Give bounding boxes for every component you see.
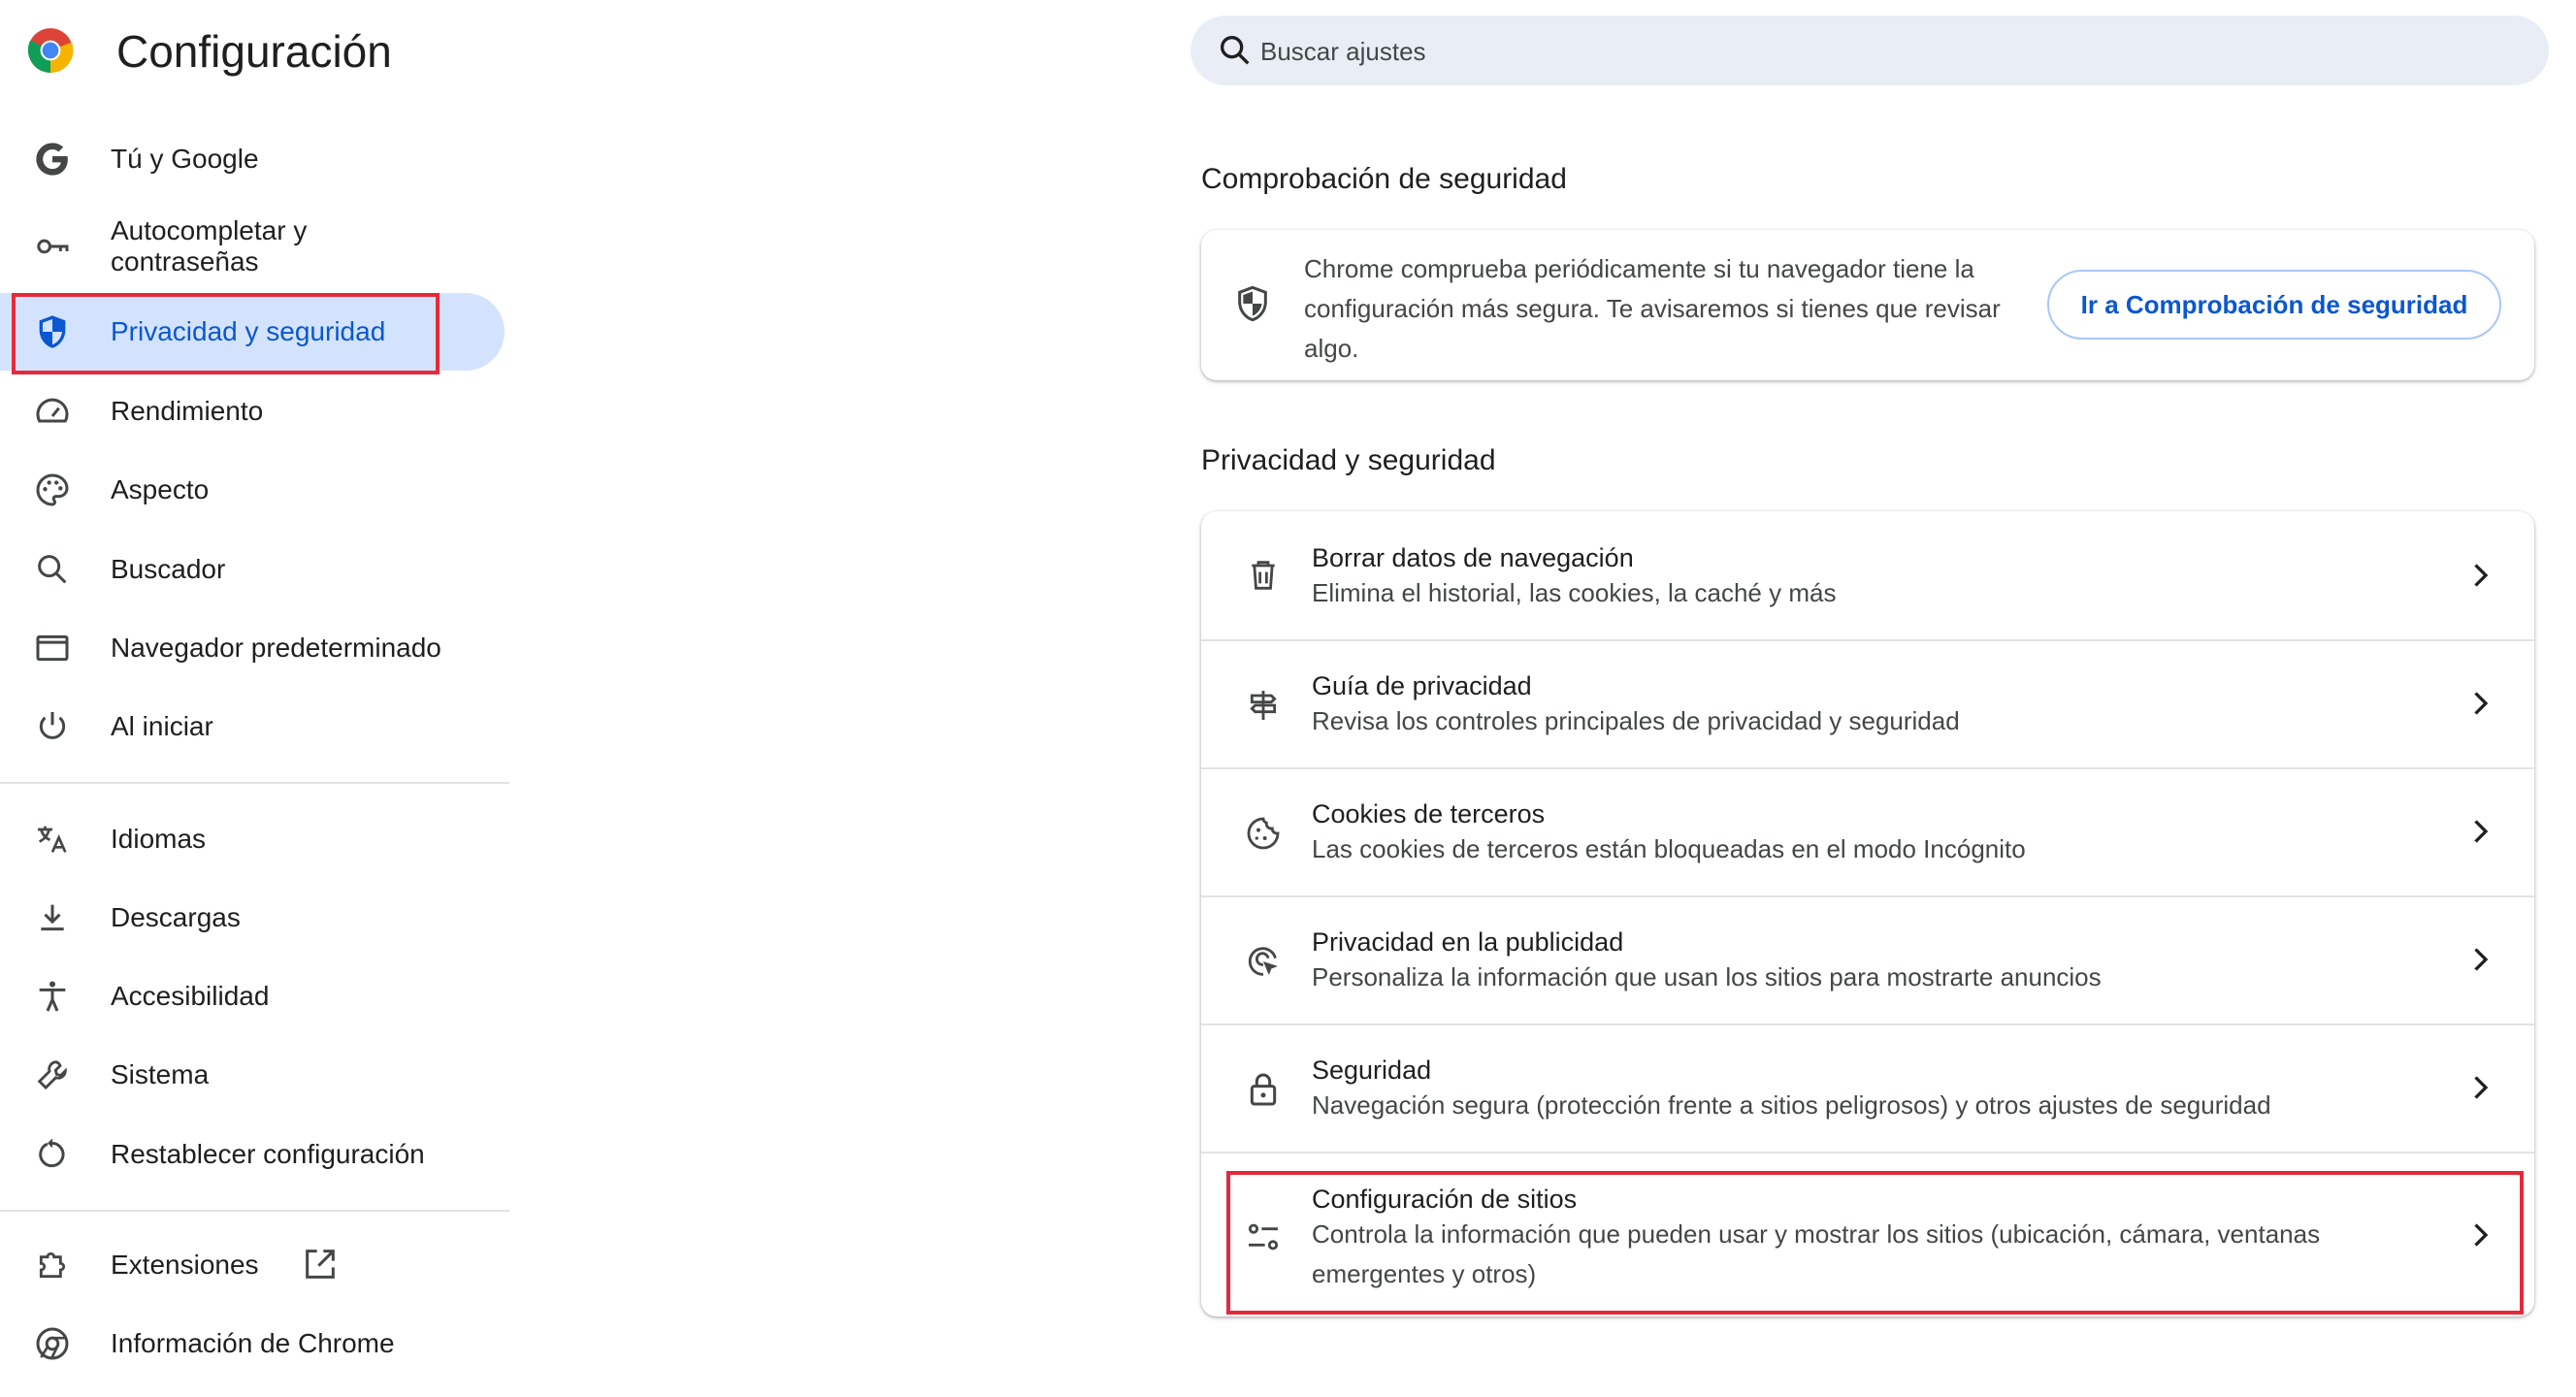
- row-description: Navegación segura (protección frente a s…: [1312, 1090, 2271, 1120]
- sidebar-item-label: Tú y Google: [111, 144, 259, 174]
- row-title: Cookies de terceros: [1312, 799, 1546, 828]
- sidebar-item-accessibility[interactable]: Accesibilidad: [0, 958, 505, 1035]
- safety-check-description: Chrome comprueba periódicamente si tu na…: [1304, 254, 2001, 363]
- cookie-icon: [1247, 817, 1280, 850]
- sidebar-item-label: Buscador: [111, 554, 226, 584]
- sidebar-item-default-browser[interactable]: Navegador predeterminado: [0, 609, 505, 687]
- privacy-section-title: Privacidad y seguridad: [1201, 444, 1496, 476]
- sidebar-item-label: Accesibilidad: [111, 981, 270, 1011]
- row-title: Privacidad en la publicidad: [1312, 927, 1624, 957]
- row-clear-browsing-data[interactable]: Borrar datos de navegación Elimina el hi…: [1201, 511, 2534, 639]
- sidebar-item-label: Información de Chrome: [111, 1328, 395, 1358]
- sidebar-item-label: Rendimiento: [111, 396, 264, 426]
- chevron-right-icon: [2474, 820, 2489, 843]
- signpost-icon: [1250, 691, 1277, 720]
- key-icon: [33, 227, 72, 266]
- sidebar-item-autofill[interactable]: Autocompletar y contraseñas: [0, 208, 505, 285]
- chevron-right-icon: [2474, 692, 2489, 715]
- row-description: Revisa los controles principales de priv…: [1312, 706, 1960, 735]
- sidebar-item-label: Idiomas: [111, 824, 207, 854]
- sidebar-divider: [0, 782, 509, 784]
- row-third-party-cookies[interactable]: Cookies de terceros Las cookies de terce…: [1201, 767, 2534, 897]
- sidebar-item-label: Descargas: [111, 902, 241, 932]
- chevron-right-icon: [2474, 948, 2489, 971]
- accessibility-icon: [33, 977, 72, 1016]
- sidebar-item-extensions[interactable]: Extensiones: [0, 1226, 505, 1304]
- sidebar-item-downloads[interactable]: Descargas: [0, 879, 505, 957]
- sidebar-item-label: Aspecto: [111, 474, 210, 504]
- sidebar-item-label: Navegador predeterminado: [111, 633, 441, 663]
- puzzle-icon: [33, 1246, 72, 1284]
- chevron-right-icon: [2474, 564, 2489, 587]
- row-title: Guía de privacidad: [1312, 671, 1532, 700]
- row-ad-privacy[interactable]: Privacidad en la publicidad Personaliza …: [1201, 895, 2534, 1025]
- sidebar-divider: [0, 1210, 509, 1212]
- row-description: Elimina el historial, las cookies, la ca…: [1312, 578, 1837, 607]
- open-in-new-icon[interactable]: [301, 1245, 340, 1283]
- privacy-card: Borrar datos de navegación Elimina el hi…: [1201, 511, 2534, 1316]
- chrome-logo-icon: [27, 28, 74, 73]
- restore-icon: [33, 1135, 72, 1174]
- row-security[interactable]: Seguridad Navegación segura (protección …: [1201, 1023, 2534, 1153]
- sidebar-item-label: Restablecer configuración: [111, 1139, 425, 1169]
- sidebar-item-you-and-google[interactable]: Tú y Google: [0, 120, 505, 198]
- chrome-icon: [33, 1324, 72, 1363]
- go-to-safety-check-button[interactable]: Ir a Comprobación de seguridad: [2047, 270, 2501, 340]
- sidebar-item-label: Sistema: [111, 1059, 210, 1089]
- search-bar[interactable]: [1190, 16, 2549, 85]
- shield-icon: [33, 312, 72, 351]
- safety-check-card: Chrome comprueba periódicamente si tu na…: [1201, 230, 2534, 380]
- chevron-right-icon: [2474, 1076, 2489, 1099]
- ad-privacy-icon: [1248, 947, 1278, 976]
- search-input[interactable]: [1258, 29, 2524, 74]
- row-title: Configuración de sitios: [1312, 1185, 1578, 1214]
- sidebar-item-reset-settings[interactable]: Restablecer configuración: [0, 1116, 505, 1193]
- translate-icon: [33, 820, 72, 859]
- search-icon: [1221, 36, 1250, 65]
- row-privacy-guide[interactable]: Guía de privacidad Revisa los controles …: [1201, 639, 2534, 769]
- palette-icon: [33, 471, 72, 509]
- tune-icon: [1248, 1223, 1279, 1251]
- sidebar-item-performance[interactable]: Rendimiento: [0, 373, 505, 450]
- safety-check-title: Comprobación de seguridad: [1201, 163, 1567, 195]
- page-title: Configuración: [116, 26, 392, 77]
- sidebar-item-system[interactable]: Sistema: [0, 1036, 505, 1114]
- row-site-settings[interactable]: Configuración de sitios Controla la info…: [1201, 1152, 2534, 1318]
- row-description: Controla la información que pueden usar …: [1312, 1219, 2321, 1288]
- browser-window-icon: [33, 629, 72, 667]
- lock-icon: [1250, 1073, 1277, 1106]
- shield-icon: [1238, 285, 1267, 322]
- chevron-right-icon: [2474, 1223, 2489, 1247]
- sidebar-item-search-engine[interactable]: Buscador: [0, 531, 505, 608]
- wrench-icon: [33, 1056, 72, 1094]
- sidebar-item-on-startup[interactable]: Al iniciar: [0, 688, 505, 765]
- row-title: Seguridad: [1312, 1056, 1432, 1085]
- row-description: Las cookies de terceros están bloqueadas…: [1312, 834, 2026, 863]
- download-icon: [33, 898, 72, 937]
- speedometer-icon: [33, 392, 72, 431]
- sidebar-item-languages[interactable]: Idiomas: [0, 800, 505, 878]
- sidebar-item-label: Al iniciar: [111, 711, 213, 741]
- sidebar-item-about-chrome[interactable]: Información de Chrome: [0, 1305, 505, 1382]
- sidebar-item-label: Privacidad y seguridad: [111, 316, 386, 346]
- sidebar-item-label: Autocompletar y contraseñas: [111, 215, 308, 276]
- sidebar-item-appearance[interactable]: Aspecto: [0, 451, 505, 529]
- sidebar-item-privacy-security[interactable]: Privacidad y seguridad: [0, 293, 505, 371]
- row-title: Borrar datos de navegación: [1312, 543, 1634, 572]
- row-description: Personaliza la información que usan los …: [1312, 962, 2102, 991]
- search-icon: [33, 550, 72, 589]
- trash-icon: [1252, 561, 1275, 590]
- sidebar-item-label: Extensiones: [111, 1250, 259, 1280]
- power-icon: [33, 707, 72, 746]
- google-icon: [33, 140, 72, 179]
